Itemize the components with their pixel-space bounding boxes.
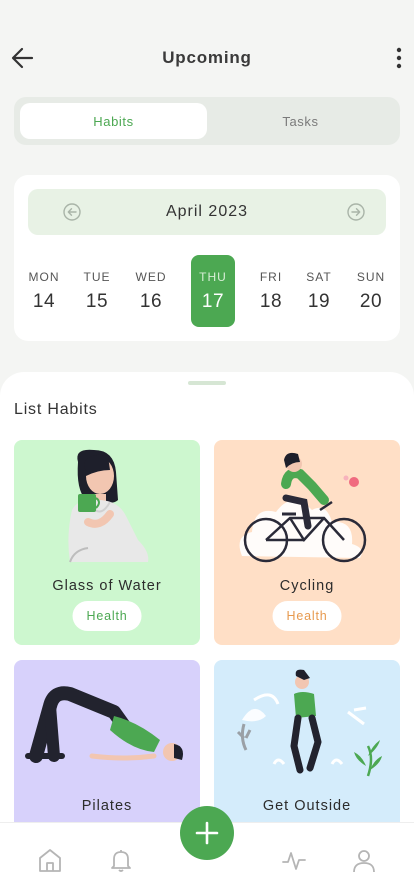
day-sat[interactable]: SAT 19 (297, 255, 341, 327)
home-icon[interactable] (37, 847, 63, 873)
day-mon[interactable]: MON 14 (22, 255, 66, 327)
activity-icon[interactable] (281, 847, 307, 873)
tab-tasks[interactable]: Tasks (207, 103, 394, 139)
page-title: Upcoming (162, 48, 252, 67)
day-name: MON (28, 270, 60, 284)
add-button[interactable] (180, 806, 234, 860)
habit-name: Pilates (81, 798, 133, 814)
week-calendar: April 2023 MON 14 TUE 15 WED 16 THU 17 F… (14, 175, 400, 341)
day-number: 14 (32, 291, 56, 312)
day-fri[interactable]: FRI 18 (249, 255, 293, 327)
add-icon (195, 821, 219, 845)
day-number: 15 (85, 291, 109, 312)
section-title: List Habits (14, 401, 98, 418)
habit-category-badge: Health (72, 601, 142, 631)
profile-icon[interactable] (351, 847, 377, 873)
day-thu-selected[interactable]: THU 17 (191, 255, 235, 327)
day-name: SUN (356, 270, 386, 284)
habits-tasks-toggle: Habits Tasks (14, 97, 400, 145)
day-number: 19 (307, 291, 331, 312)
day-number: 18 (259, 291, 283, 312)
day-number: 17 (201, 291, 225, 312)
day-number: 20 (359, 291, 383, 312)
day-number: 16 (139, 291, 163, 312)
bell-icon[interactable] (108, 847, 134, 873)
header: Upcoming (0, 0, 414, 96)
more-vertical-icon[interactable] (394, 46, 404, 70)
day-name: WED (135, 270, 167, 284)
sheet-drag-handle[interactable] (188, 381, 226, 385)
habit-name: Cycling (279, 578, 335, 594)
day-name: TUE (83, 270, 111, 284)
day-name: FRI (259, 270, 283, 284)
habit-name: Glass of Water (52, 578, 162, 594)
habit-card-glass-of-water[interactable]: Glass of Water Health (14, 440, 200, 645)
next-month-icon[interactable] (347, 203, 365, 221)
habit-card-cycling[interactable]: Cycling Health (214, 440, 400, 645)
month-label: April 2023 (165, 203, 249, 220)
day-name: THU (199, 270, 227, 284)
day-name: SAT (306, 270, 332, 284)
habit-name: Get Outside (262, 798, 352, 814)
tab-habits[interactable]: Habits (20, 103, 207, 139)
month-selector: April 2023 (28, 189, 386, 235)
day-sun[interactable]: SUN 20 (349, 255, 393, 327)
habit-category-badge: Health (272, 601, 342, 631)
day-tue[interactable]: TUE 15 (75, 255, 119, 327)
day-wed[interactable]: WED 16 (129, 255, 173, 327)
